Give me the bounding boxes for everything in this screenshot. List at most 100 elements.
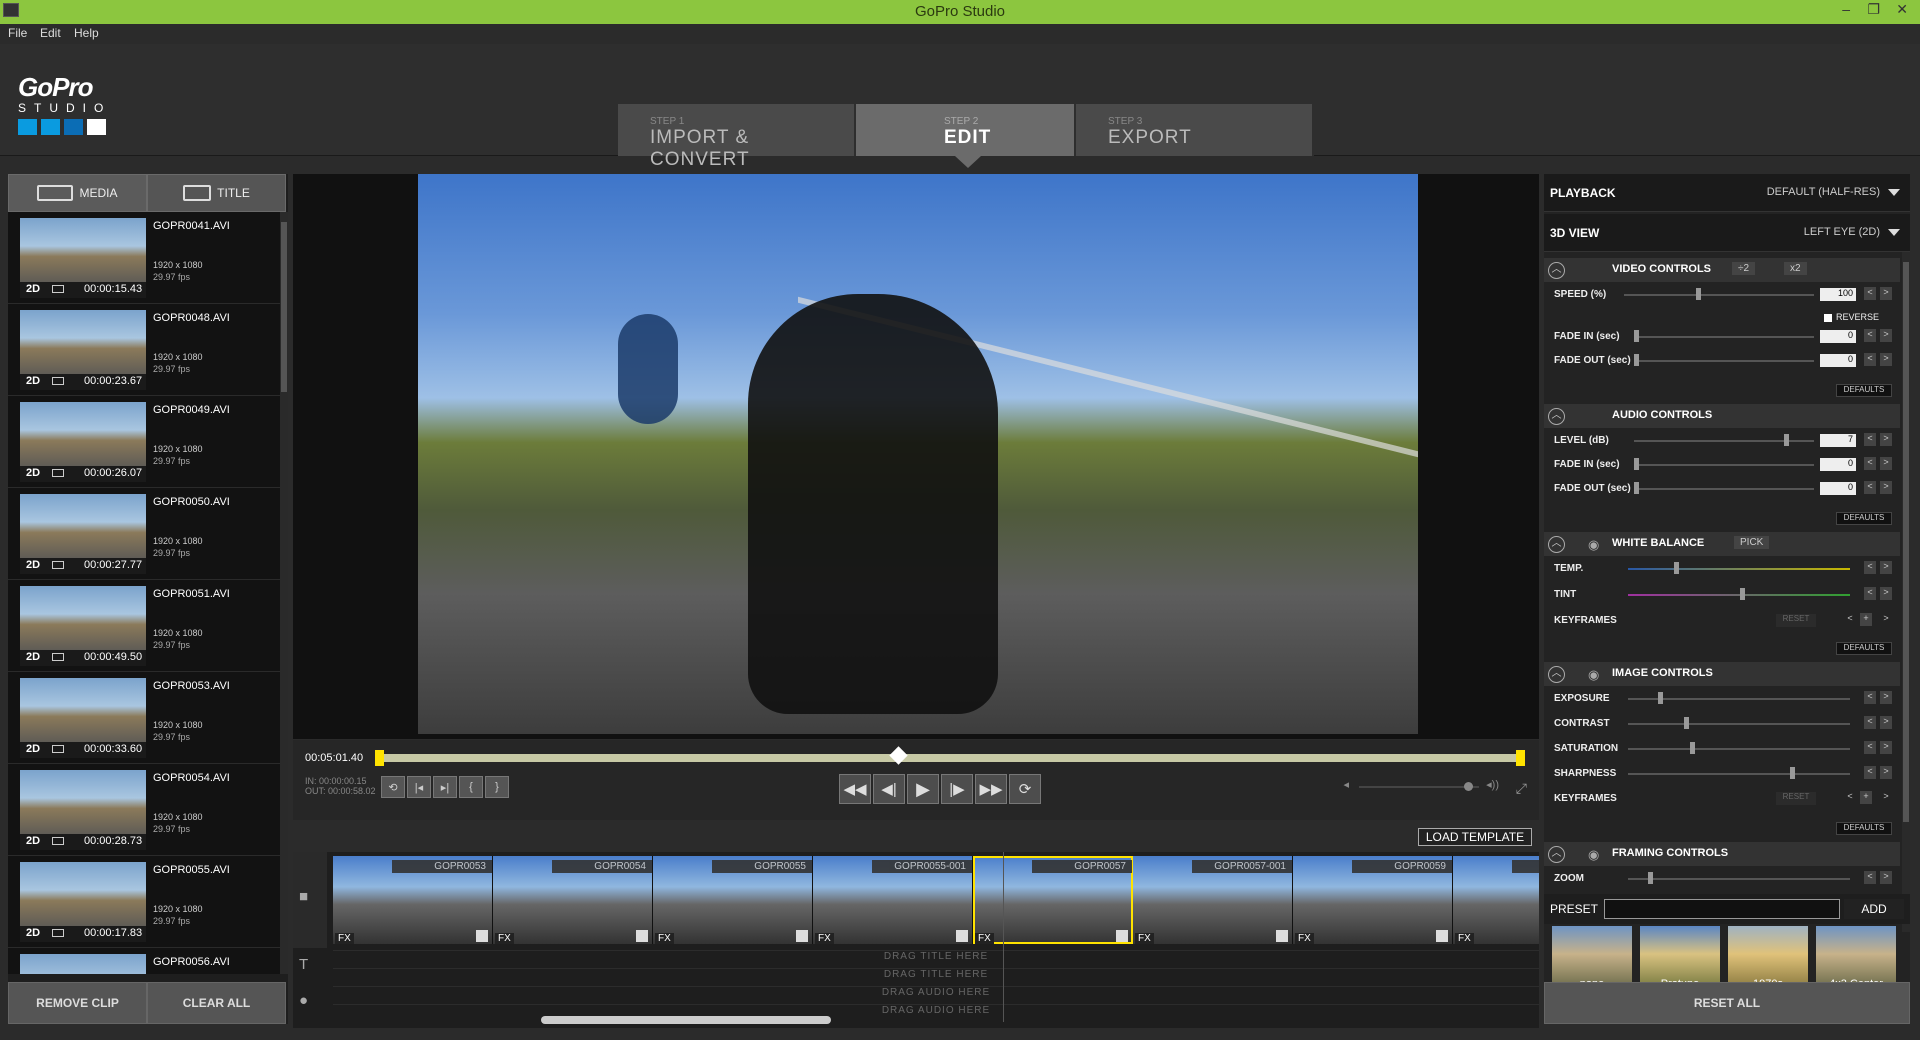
speaker-icon[interactable] <box>1436 930 1448 942</box>
tab-title[interactable]: TITLE <box>147 174 286 212</box>
increment-icon[interactable]: > <box>1880 433 1892 446</box>
go-start-icon[interactable]: |◂ <box>407 776 431 798</box>
white-balance-header[interactable]: ︿ ◉ WHITE BALANCE PICK <box>1544 532 1900 556</box>
increment-icon[interactable]: > <box>1880 716 1892 729</box>
increment-icon[interactable]: > <box>1880 587 1892 600</box>
fade-in-value[interactable]: 0 <box>1820 458 1856 471</box>
video-controls-header[interactable]: ︿ VIDEO CONTROLS ÷2 x2 <box>1544 258 1900 282</box>
speed-control[interactable]: SPEED (%) 100 < > <box>1544 284 1900 306</box>
title-drop-zone[interactable]: DRAG TITLE HERE <box>333 968 1539 984</box>
out-handle[interactable] <box>1516 750 1525 766</box>
clip-list-scrollbar[interactable] <box>280 212 288 974</box>
clip-item[interactable]: 2D 00:00:33.60 GOPR0053.AVI 1920 x 1080 29.9… <box>8 672 288 764</box>
clip-item[interactable]: 2D 00:00:23.67 GOPR0048.AVI 1920 x 1080 29.9… <box>8 304 288 396</box>
add-keyframe-icon[interactable]: + <box>1860 613 1872 626</box>
menu-file[interactable]: File <box>8 26 27 40</box>
increment-icon[interactable]: > <box>1880 871 1892 884</box>
step-back-icon[interactable]: ◀| <box>873 774 905 804</box>
pick-button[interactable]: PICK <box>1734 536 1770 549</box>
increment-icon[interactable]: > <box>1880 353 1892 366</box>
decrement-icon[interactable]: < <box>1864 716 1876 729</box>
timeline-clip[interactable]: GOPR0057-001 FX <box>1133 856 1293 944</box>
audio-fade-out[interactable]: FADE OUT (sec) 0 < > <box>1544 478 1900 500</box>
decrement-icon[interactable]: < <box>1864 766 1876 779</box>
zoom-control[interactable]: ZOOM < > <box>1544 868 1900 888</box>
decrement-icon[interactable]: < <box>1864 691 1876 704</box>
step-import[interactable]: STEP 1 IMPORT & CONVERT <box>618 104 856 170</box>
audio-controls-header[interactable]: ︿ AUDIO CONTROLS <box>1544 404 1900 428</box>
fx-badge[interactable]: FX <box>335 933 354 944</box>
wb-keyframes[interactable]: KEYFRAMES RESET < + > <box>1544 610 1900 632</box>
collapse-icon[interactable]: ︿ <box>1548 536 1565 553</box>
increment-icon[interactable]: > <box>1880 457 1892 470</box>
remove-clip-button[interactable]: REMOVE CLIP <box>8 982 147 1024</box>
fx-badge[interactable]: FX <box>815 933 834 944</box>
fx-badge[interactable]: FX <box>1455 933 1474 944</box>
step-edit[interactable]: STEP 2 EDIT <box>856 104 1076 156</box>
preset-4x3-center[interactable]: 4x3 Center <box>1816 926 1896 990</box>
audio-drop-zone[interactable]: DRAG AUDIO HERE <box>333 1004 1539 1020</box>
load-template-button[interactable]: LOAD TEMPLATE <box>1418 828 1532 846</box>
speaker-icon[interactable] <box>636 930 648 942</box>
fast-forward-icon[interactable]: ▶▶ <box>975 774 1007 804</box>
reset-all-button[interactable]: RESET ALL <box>1544 982 1910 1024</box>
half-speed-button[interactable]: ÷2 <box>1732 262 1756 275</box>
decrement-icon[interactable]: < <box>1864 481 1876 494</box>
decrement-icon[interactable]: < <box>1864 457 1876 470</box>
speaker-icon[interactable] <box>1276 930 1288 942</box>
timeline-clip[interactable]: GOPR0053 FX <box>333 856 493 944</box>
eye-icon[interactable]: ◉ <box>1588 847 1599 863</box>
fx-badge[interactable]: FX <box>495 933 514 944</box>
temp-control[interactable]: TEMP. < > <box>1544 558 1900 580</box>
fade-in-value[interactable]: 0 <box>1820 330 1856 343</box>
tint-control[interactable]: TINT < > <box>1544 584 1900 606</box>
increment-icon[interactable]: > <box>1880 691 1892 704</box>
next-keyframe-icon[interactable]: > <box>1880 791 1892 804</box>
playback-row[interactable]: PLAYBACK DEFAULT (HALF-RES) <box>1544 174 1910 212</box>
title-drop-zone[interactable]: DRAG TITLE HERE <box>333 950 1539 966</box>
collapse-icon[interactable]: ︿ <box>1548 846 1565 863</box>
timeline-clip[interactable]: GOPR0059 FX <box>1293 856 1453 944</box>
clip-item[interactable]: GOPR0056.AVI <box>8 948 288 974</box>
minimize-icon[interactable]: – <box>1842 1 1850 17</box>
prev-keyframe-icon[interactable]: < <box>1844 613 1856 626</box>
fx-badge[interactable]: FX <box>1135 933 1154 944</box>
menu-edit[interactable]: Edit <box>40 26 61 40</box>
fade-out-value[interactable]: 0 <box>1820 482 1856 495</box>
clear-all-button[interactable]: CLEAR ALL <box>147 982 286 1024</box>
playhead[interactable] <box>889 746 908 765</box>
video-defaults-button[interactable]: DEFAULTS <box>1836 384 1892 397</box>
speaker-icon[interactable] <box>956 930 968 942</box>
close-icon[interactable]: ✕ <box>1896 1 1908 18</box>
increment-icon[interactable]: > <box>1880 481 1892 494</box>
decrement-icon[interactable]: < <box>1864 561 1876 574</box>
timeline-clip[interactable]: GOPR0055-001 FX <box>813 856 973 944</box>
collapse-icon[interactable]: ︿ <box>1548 408 1565 425</box>
sharpness-control[interactable]: SHARPNESS < > <box>1544 763 1900 785</box>
eye-icon[interactable]: ◉ <box>1588 667 1599 683</box>
in-handle[interactable] <box>375 750 384 766</box>
collapse-icon[interactable]: ︿ <box>1548 262 1565 279</box>
speaker-icon[interactable] <box>796 930 808 942</box>
fx-badge[interactable]: FX <box>655 933 674 944</box>
add-keyframe-icon[interactable]: + <box>1860 791 1872 804</box>
clip-item[interactable]: 2D 00:00:28.73 GOPR0054.AVI 1920 x 1080 29.9… <box>8 764 288 856</box>
loop-icon[interactable]: ⟲ <box>381 776 405 798</box>
tab-media[interactable]: MEDIA <box>8 174 147 212</box>
clip-item[interactable]: 2D 00:00:27.77 GOPR0050.AVI 1920 x 1080 29.9… <box>8 488 288 580</box>
audio-drop-zone[interactable]: DRAG AUDIO HERE <box>333 986 1539 1002</box>
image-reset-button[interactable]: RESET <box>1776 792 1816 805</box>
volume-slider[interactable] <box>1359 782 1479 791</box>
decrement-icon[interactable]: < <box>1864 353 1876 366</box>
go-end-icon[interactable]: ▸| <box>433 776 457 798</box>
speaker-icon[interactable] <box>476 930 488 942</box>
controls-scrollbar[interactable] <box>1902 252 1910 932</box>
add-preset-button[interactable]: ADD <box>1844 899 1904 919</box>
exposure-control[interactable]: EXPOSURE < > <box>1544 688 1900 710</box>
fade-out-value[interactable]: 0 <box>1820 354 1856 367</box>
double-speed-button[interactable]: x2 <box>1784 262 1807 275</box>
image-controls-header[interactable]: ︿ ◉ IMAGE CONTROLS <box>1544 662 1900 686</box>
audio-level[interactable]: LEVEL (dB) 7 < > <box>1544 430 1900 452</box>
mark-in-icon[interactable]: { <box>459 776 483 798</box>
increment-icon[interactable]: > <box>1880 287 1892 300</box>
